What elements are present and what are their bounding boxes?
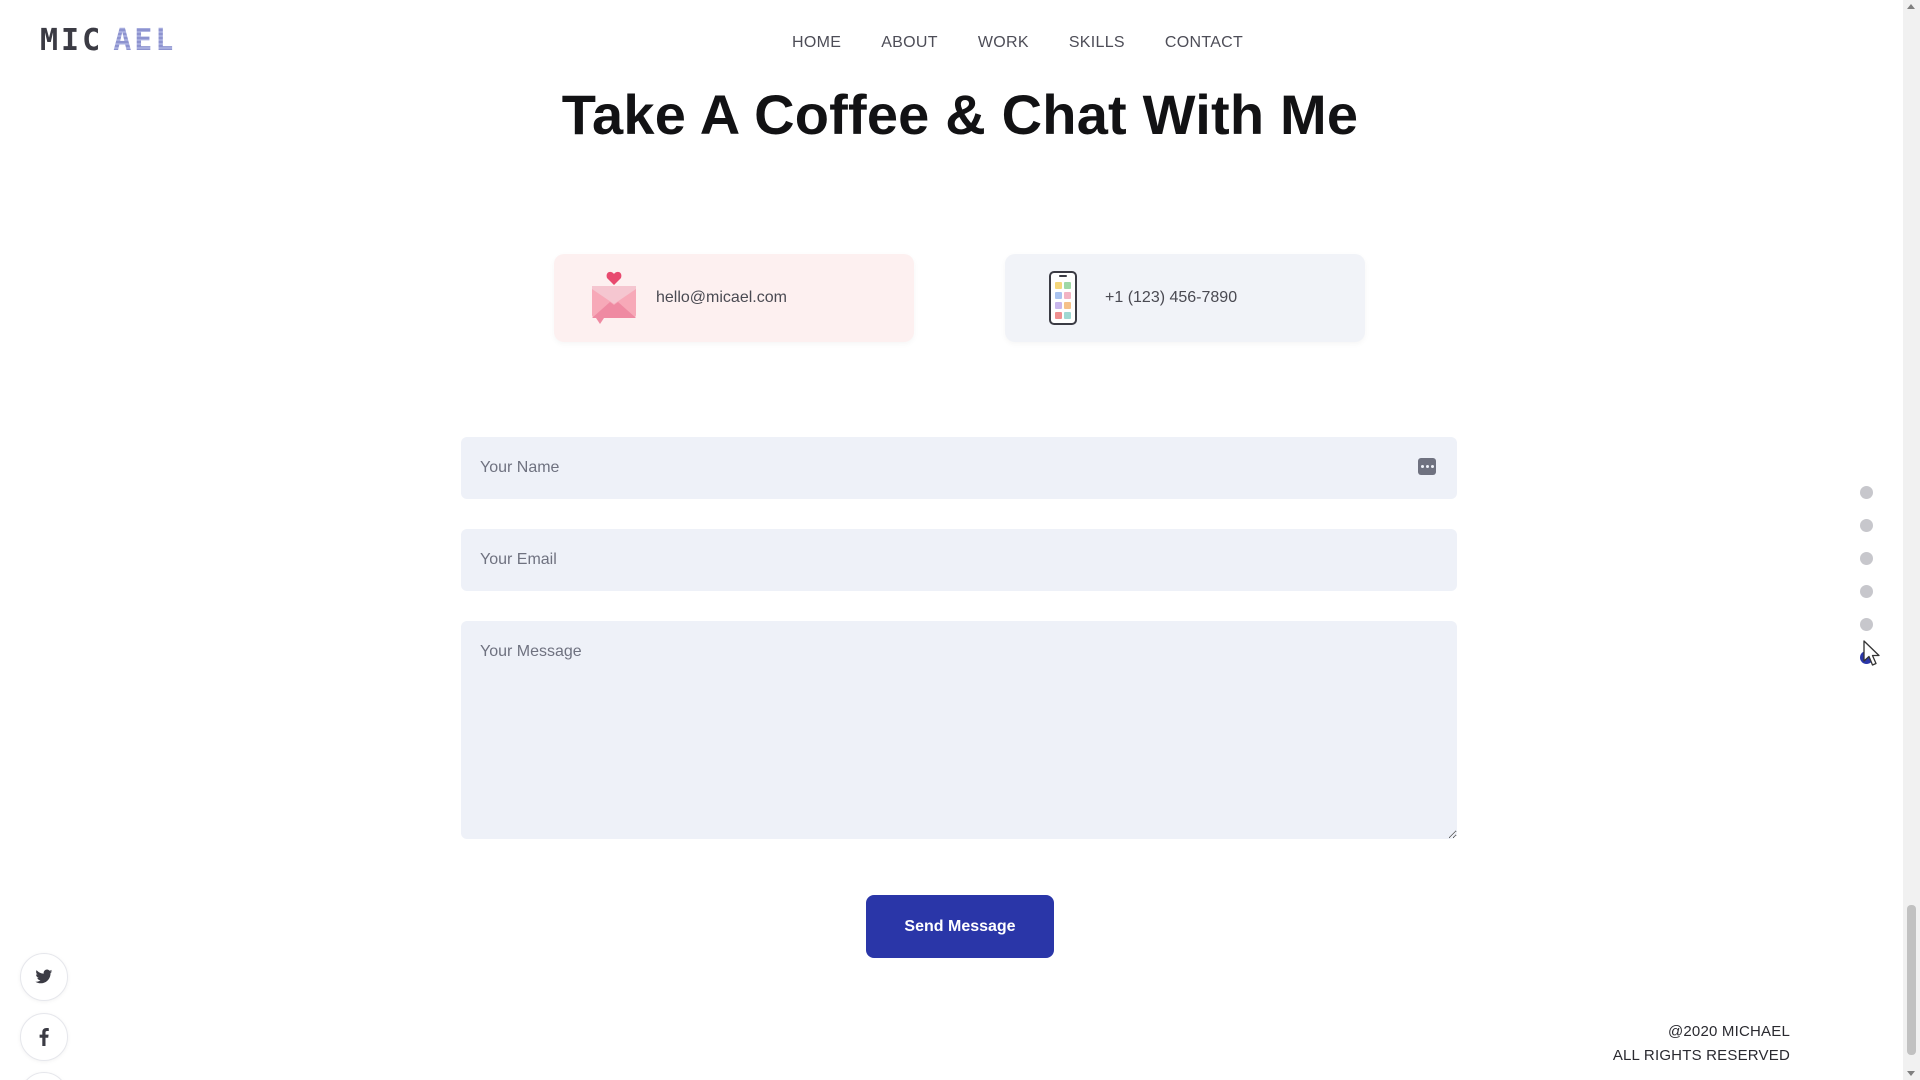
scroll-up-icon[interactable] xyxy=(1907,4,1915,9)
logo-text-primary: MIC xyxy=(40,23,104,58)
twitter-icon xyxy=(35,969,53,984)
section-dot-5[interactable] xyxy=(1860,618,1873,631)
scroll-down-icon[interactable] xyxy=(1907,1071,1915,1076)
love-mail-icon xyxy=(584,268,644,328)
section-dot-2[interactable] xyxy=(1860,519,1873,532)
footer: @2020 MICHAEL ALL RIGHTS RESERVED xyxy=(1613,1020,1790,1068)
section-dots-nav xyxy=(1860,486,1873,664)
nav-item-home[interactable]: HOME xyxy=(792,34,841,52)
rights-text: ALL RIGHTS RESERVED xyxy=(1612,1047,1790,1064)
section-dot-3[interactable] xyxy=(1860,552,1873,565)
twitter-button[interactable] xyxy=(20,953,68,1001)
nav-item-work[interactable]: WORK xyxy=(978,34,1029,52)
mouse-cursor-icon xyxy=(1863,640,1880,666)
nav-item-skills[interactable]: SKILLS xyxy=(1069,34,1125,52)
section-dot-1[interactable] xyxy=(1860,486,1873,499)
logo-text-accent: AEL xyxy=(113,23,177,58)
logo[interactable]: MIC AEL xyxy=(40,24,176,58)
name-input[interactable] xyxy=(461,437,1457,499)
phone-number[interactable]: +1 (123) 456-7890 xyxy=(1105,289,1237,307)
email-address[interactable]: hello@micael.com xyxy=(656,289,787,307)
section-dot-4[interactable] xyxy=(1860,585,1873,598)
phone-card[interactable]: +1 (123) 456-7890 xyxy=(1005,254,1365,342)
email-card[interactable]: hello@micael.com xyxy=(554,254,914,342)
facebook-icon xyxy=(39,1028,49,1046)
email-input[interactable] xyxy=(461,529,1457,591)
page: MIC AEL HOME ABOUT WORK SKILLS CONTACT Ta… xyxy=(0,0,1920,1080)
social-button-partial[interactable] xyxy=(20,1072,68,1080)
main-nav: HOME ABOUT WORK SKILLS CONTACT xyxy=(792,34,1243,52)
nav-item-contact[interactable]: CONTACT xyxy=(1165,34,1243,52)
smartphone-icon xyxy=(1043,268,1083,328)
page-scrollbar[interactable] xyxy=(1903,0,1920,1080)
facebook-button[interactable] xyxy=(20,1013,68,1061)
scrollbar-thumb[interactable] xyxy=(1907,905,1916,1055)
autofill-icon[interactable] xyxy=(1418,458,1436,475)
copyright-text: @2020 MICHAEL xyxy=(1667,1023,1790,1040)
section-title: Take A Coffee & Chat With Me xyxy=(561,83,1359,146)
message-textarea[interactable] xyxy=(461,621,1457,839)
nav-item-about[interactable]: ABOUT xyxy=(881,34,938,52)
send-message-button[interactable]: Send Message xyxy=(866,895,1054,958)
